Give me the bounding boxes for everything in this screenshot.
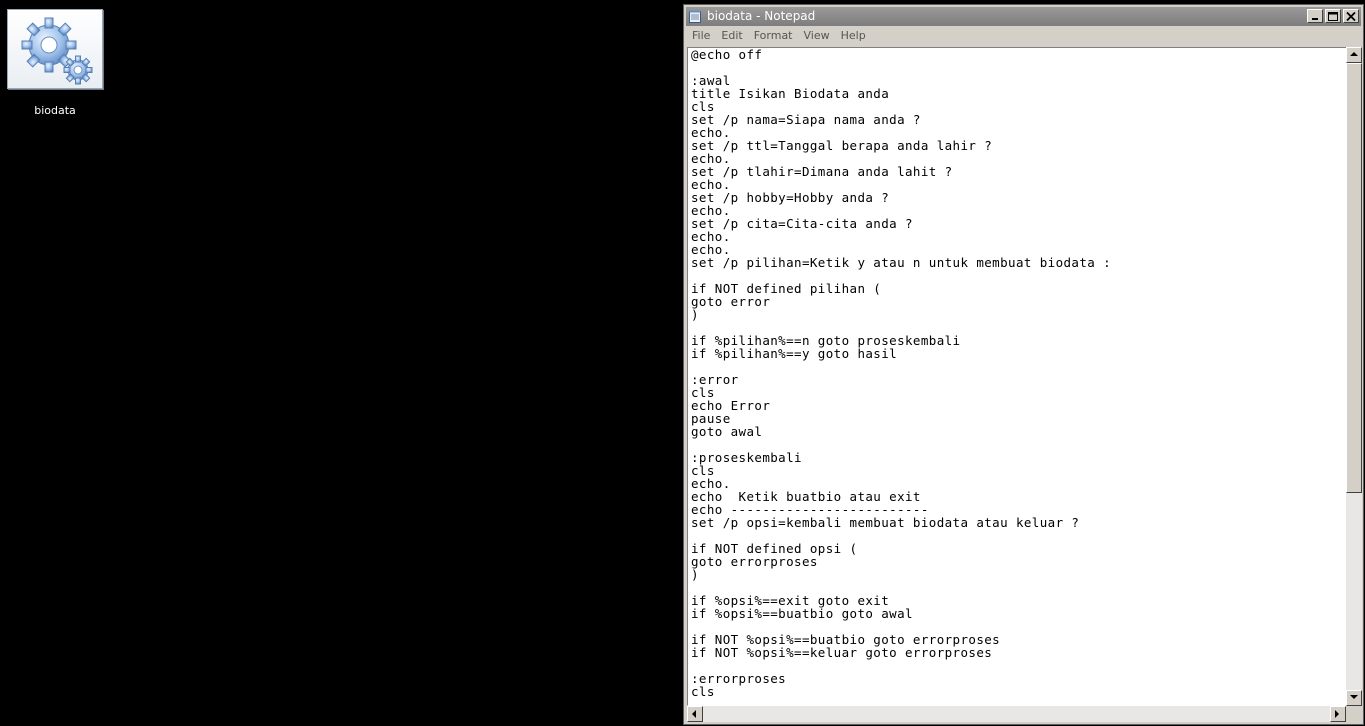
desktop-icon-label: biodata (34, 104, 76, 117)
scroll-up-button[interactable] (1346, 47, 1362, 63)
gears-icon (7, 9, 103, 89)
menu-view[interactable]: View (798, 27, 835, 45)
menu-bar: File Edit Format View Help (686, 27, 1361, 45)
vertical-scroll-thumb[interactable] (1346, 63, 1362, 493)
arrow-right-icon (1335, 710, 1339, 718)
text-editor[interactable]: @echo off :awal title Isikan Biodata and… (687, 47, 1348, 706)
close-button[interactable] (1343, 9, 1359, 23)
title-bar[interactable]: biodata - Notepad (686, 7, 1361, 26)
menu-help[interactable]: Help (835, 27, 871, 45)
menu-file[interactable]: File (686, 27, 715, 45)
notepad-window: biodata - Notepad File Edit Format View Help… (683, 4, 1364, 725)
editor-content[interactable]: @echo off :awal title Isikan Biodata and… (688, 48, 1347, 698)
maximize-icon (1328, 12, 1338, 21)
scroll-down-button[interactable] (1346, 690, 1362, 706)
scroll-left-button[interactable] (687, 706, 703, 722)
scroll-right-button[interactable] (1330, 706, 1346, 722)
minimize-button[interactable] (1307, 9, 1323, 23)
close-icon (1346, 12, 1356, 21)
arrow-left-icon (692, 710, 696, 718)
vertical-scrollbar[interactable] (1346, 47, 1362, 706)
minimize-icon (1312, 18, 1318, 20)
window-title: biodata - Notepad (707, 9, 816, 23)
arrow-down-icon (1350, 695, 1358, 699)
desktop-icon-biodata[interactable]: biodata (7, 9, 103, 117)
arrow-up-icon (1350, 52, 1358, 56)
size-grip[interactable] (1346, 706, 1362, 722)
menu-format[interactable]: Format (748, 27, 798, 45)
notepad-icon (689, 10, 701, 23)
maximize-button[interactable] (1325, 9, 1341, 23)
horizontal-scrollbar[interactable] (687, 706, 1346, 722)
menu-edit[interactable]: Edit (715, 27, 747, 45)
